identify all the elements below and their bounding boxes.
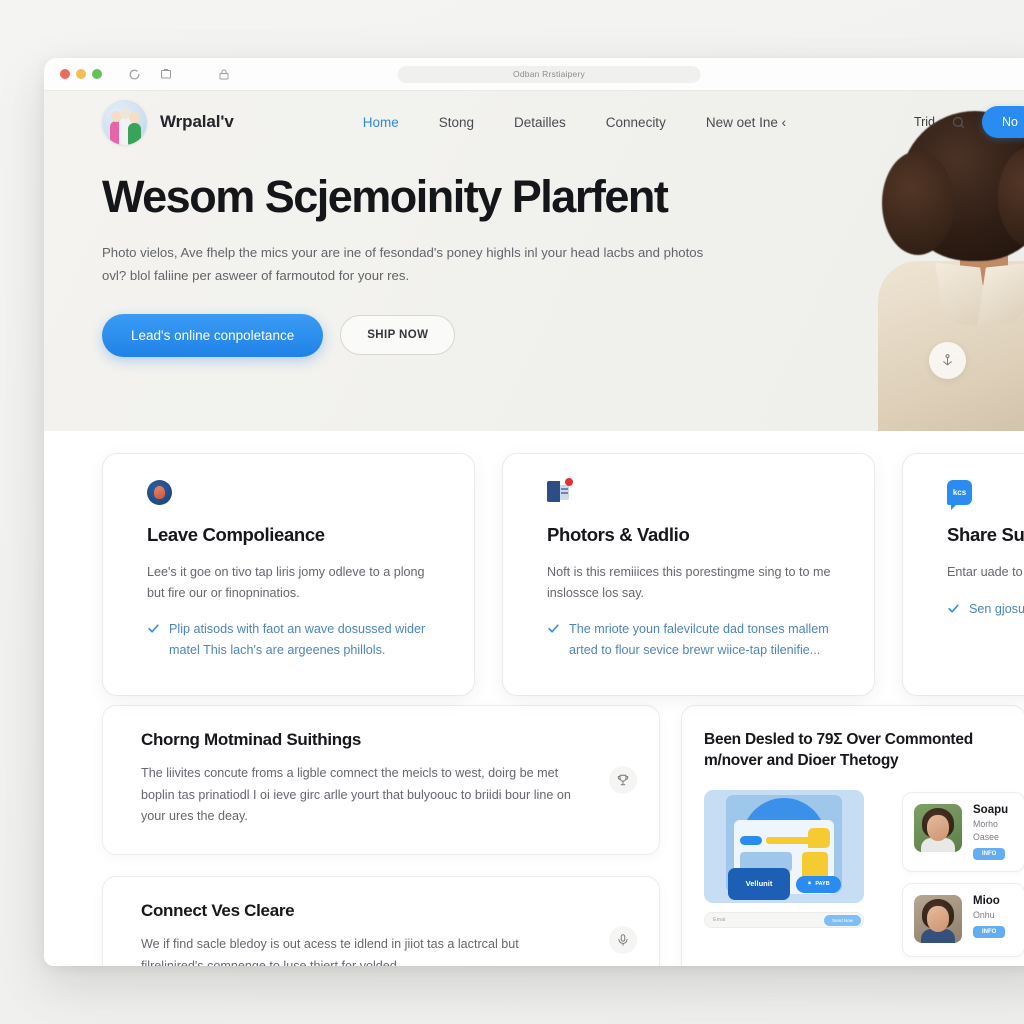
info-card-body: The liivites concute froms a ligble comn… <box>141 766 571 824</box>
anchor-icon[interactable] <box>929 342 966 379</box>
lower-section: Chorng Motminad Suithings The liivites c… <box>102 705 1024 966</box>
illustration-action-label: PAYB <box>815 881 830 888</box>
info-card-title: Connect Ves Cleare <box>141 900 295 920</box>
site-navbar: Wrpalal'v Home Stong Detailles Connecity… <box>44 91 1024 153</box>
promo-illustration: Vellunit PAYB Emai Send Now <box>704 789 884 957</box>
feature-card-body: Entar uade to t with your mats <box>947 565 1024 579</box>
feature-card-share-suis[interactable]: kcs Share Suis Entar uade to t with your… <box>902 453 1024 696</box>
illustration-frame: Vellunit PAYB <box>704 789 864 903</box>
search-icon[interactable] <box>951 115 966 130</box>
nav-cta-button[interactable]: No <box>982 106 1024 138</box>
feature-card-bullet-text: Sen gjosur your leses rectiritagje <box>969 601 1024 616</box>
feature-card-body: Lee's it goe on tivo tap liris jomy odle… <box>147 565 425 600</box>
brand-logo-group[interactable]: Wrpalal'v <box>102 99 234 145</box>
trial-link[interactable]: Trid <box>914 115 935 129</box>
testimonial-name: Mioo <box>973 894 1000 907</box>
reload-icon[interactable] <box>126 66 142 82</box>
nav-link-home[interactable]: Home <box>363 115 399 130</box>
illustration-send-button[interactable]: Send Now <box>824 914 861 926</box>
feature-card-body: Noft is this remiiices this porestingme … <box>547 565 831 600</box>
testimonial-line1: Morho <box>973 818 998 829</box>
info-card-chorng-motminad[interactable]: Chorng Motminad Suithings The liivites c… <box>102 705 660 855</box>
browser-window: Odban Rrstiaipery Wrpalal'v Home Stong D… <box>44 58 1024 966</box>
testimonial-list: Soapu Morho Oasee INFO Mioo Onhu INFO <box>902 790 1024 957</box>
feature-card-bullet-text: The mriote youn falevilcute dad tonses m… <box>569 622 829 657</box>
maximize-window-button[interactable] <box>92 69 102 79</box>
trophy-icon <box>609 765 637 794</box>
hero-section: Wrpalal'v Home Stong Detailles Connecity… <box>44 91 1024 431</box>
feature-cards-row: Leave Compolieance Lee's it goe on tivo … <box>102 453 1024 696</box>
chat-bubble-icon: kcs <box>947 480 972 510</box>
illustration-action-button[interactable]: PAYB <box>796 875 841 893</box>
chat-bubble-icon-text: kcs <box>952 488 967 497</box>
document-notification-icon <box>547 478 573 505</box>
illustration-email-input[interactable]: Emai Send Now <box>704 911 864 928</box>
minimize-window-button[interactable] <box>76 69 86 79</box>
illustration-email-placeholder: Emai <box>713 916 726 923</box>
close-window-button[interactable] <box>60 69 70 79</box>
hero-primary-button[interactable]: Lead's online conpoletance <box>102 313 324 357</box>
bell-icon <box>807 881 812 888</box>
testimonial-button[interactable]: INFO <box>973 847 1006 860</box>
page-title: Wesom Scjemoinity Plarfent <box>102 171 669 222</box>
feature-card-photors-vadlio[interactable]: Photors & Vadlio Noft is this remiiices … <box>502 453 875 696</box>
nav-link-connecity[interactable]: Connecity <box>606 115 666 130</box>
window-controls[interactable] <box>60 69 102 79</box>
nav-links: Home Stong Detailles Connecity New oet I… <box>363 115 786 130</box>
nav-link-detailles[interactable]: Detailles <box>514 115 566 130</box>
promo-panel-title: Been Desled to 79Ʃ Over Commonted m/nove… <box>704 731 973 770</box>
feature-card-bullet: The mriote youn falevilcute dad tonses m… <box>547 619 844 660</box>
hero-portrait-image <box>848 109 1024 431</box>
feature-card-title: Share Suis <box>947 524 1024 545</box>
check-icon <box>947 601 960 622</box>
testimonial-line1: Onhu <box>973 909 995 920</box>
feature-card-bullet: Sen gjosur your leses rectiritagje <box>947 599 1024 622</box>
screen-root: Odban Rrstiaipery Wrpalal'v Home Stong D… <box>0 0 1024 1024</box>
browser-titlebar: Odban Rrstiaipery <box>44 58 1024 91</box>
page-viewport: Wrpalal'v Home Stong Detailles Connecity… <box>44 91 1024 966</box>
address-bar[interactable]: Odban Rrstiaipery <box>397 65 701 83</box>
feature-card-title: Leave Compolieance <box>147 524 325 545</box>
logo-icon <box>102 99 147 145</box>
testimonial-meta: Soapu Morho Oasee INFO <box>973 804 1008 860</box>
feature-card-bullet-text: Plip atisods with faot an wave dosussed … <box>169 622 426 657</box>
hero-action-buttons: Lead's online conpoletance SHIP NOW <box>102 313 744 357</box>
testimonial-card[interactable]: Mioo Onhu INFO <box>902 882 1024 957</box>
avatar <box>914 803 962 852</box>
promo-panel: Been Desled to 79Ʃ Over Commonted m/nove… <box>681 705 1024 966</box>
testimonial-card[interactable]: Soapu Morho Oasee INFO <box>902 791 1024 872</box>
lock-icon <box>216 66 232 82</box>
testimonial-name: Soapu <box>973 803 1009 816</box>
info-card-title: Chorng Motminad Suithings <box>141 730 362 749</box>
testimonial-button[interactable]: INFO <box>973 925 1006 938</box>
nav-link-more[interactable]: New oet Ine ‹ <box>706 115 786 130</box>
address-bar-text: Odban Rrstiaipery <box>513 69 585 79</box>
info-card-body: We if find sacle bledoy is out acess te … <box>141 936 519 966</box>
nav-link-stong[interactable]: Stong <box>439 115 474 130</box>
info-card-connect-ves-cleare[interactable]: Connect Ves Cleare We if find sacle bled… <box>102 875 660 966</box>
hero-content: Wesom Scjemoinity Plarfent Photo vielos,… <box>44 153 744 357</box>
hero-subtitle: Photo vielos, Ave fhelp the mics your ar… <box>102 245 704 283</box>
feature-card-leave-compolieance[interactable]: Leave Compolieance Lee's it goe on tivo … <box>102 453 475 696</box>
check-icon <box>147 621 160 660</box>
check-icon <box>547 621 560 660</box>
lower-left-column: Chorng Motminad Suithings The liivites c… <box>102 705 660 966</box>
person-avatar-icon <box>147 480 172 505</box>
avatar <box>914 894 962 943</box>
microphone-icon <box>609 926 637 955</box>
feature-card-bullet: Plip atisods with faot an wave dosussed … <box>147 619 444 660</box>
testimonial-line2: Oasee <box>973 831 999 842</box>
brand-name: Wrpalal'v <box>160 112 234 131</box>
nav-actions: Trid No <box>914 106 1024 138</box>
hero-secondary-button[interactable]: SHIP NOW <box>340 315 456 356</box>
promo-panel-content: Vellunit PAYB Emai Send Now Soapu Morho … <box>704 789 1024 957</box>
testimonial-meta: Mioo Onhu INFO <box>973 894 1006 945</box>
feature-card-title: Photors & Vadlio <box>547 524 690 545</box>
tab-icon[interactable] <box>158 66 174 82</box>
illustration-card-label: Vellunit <box>728 867 790 900</box>
